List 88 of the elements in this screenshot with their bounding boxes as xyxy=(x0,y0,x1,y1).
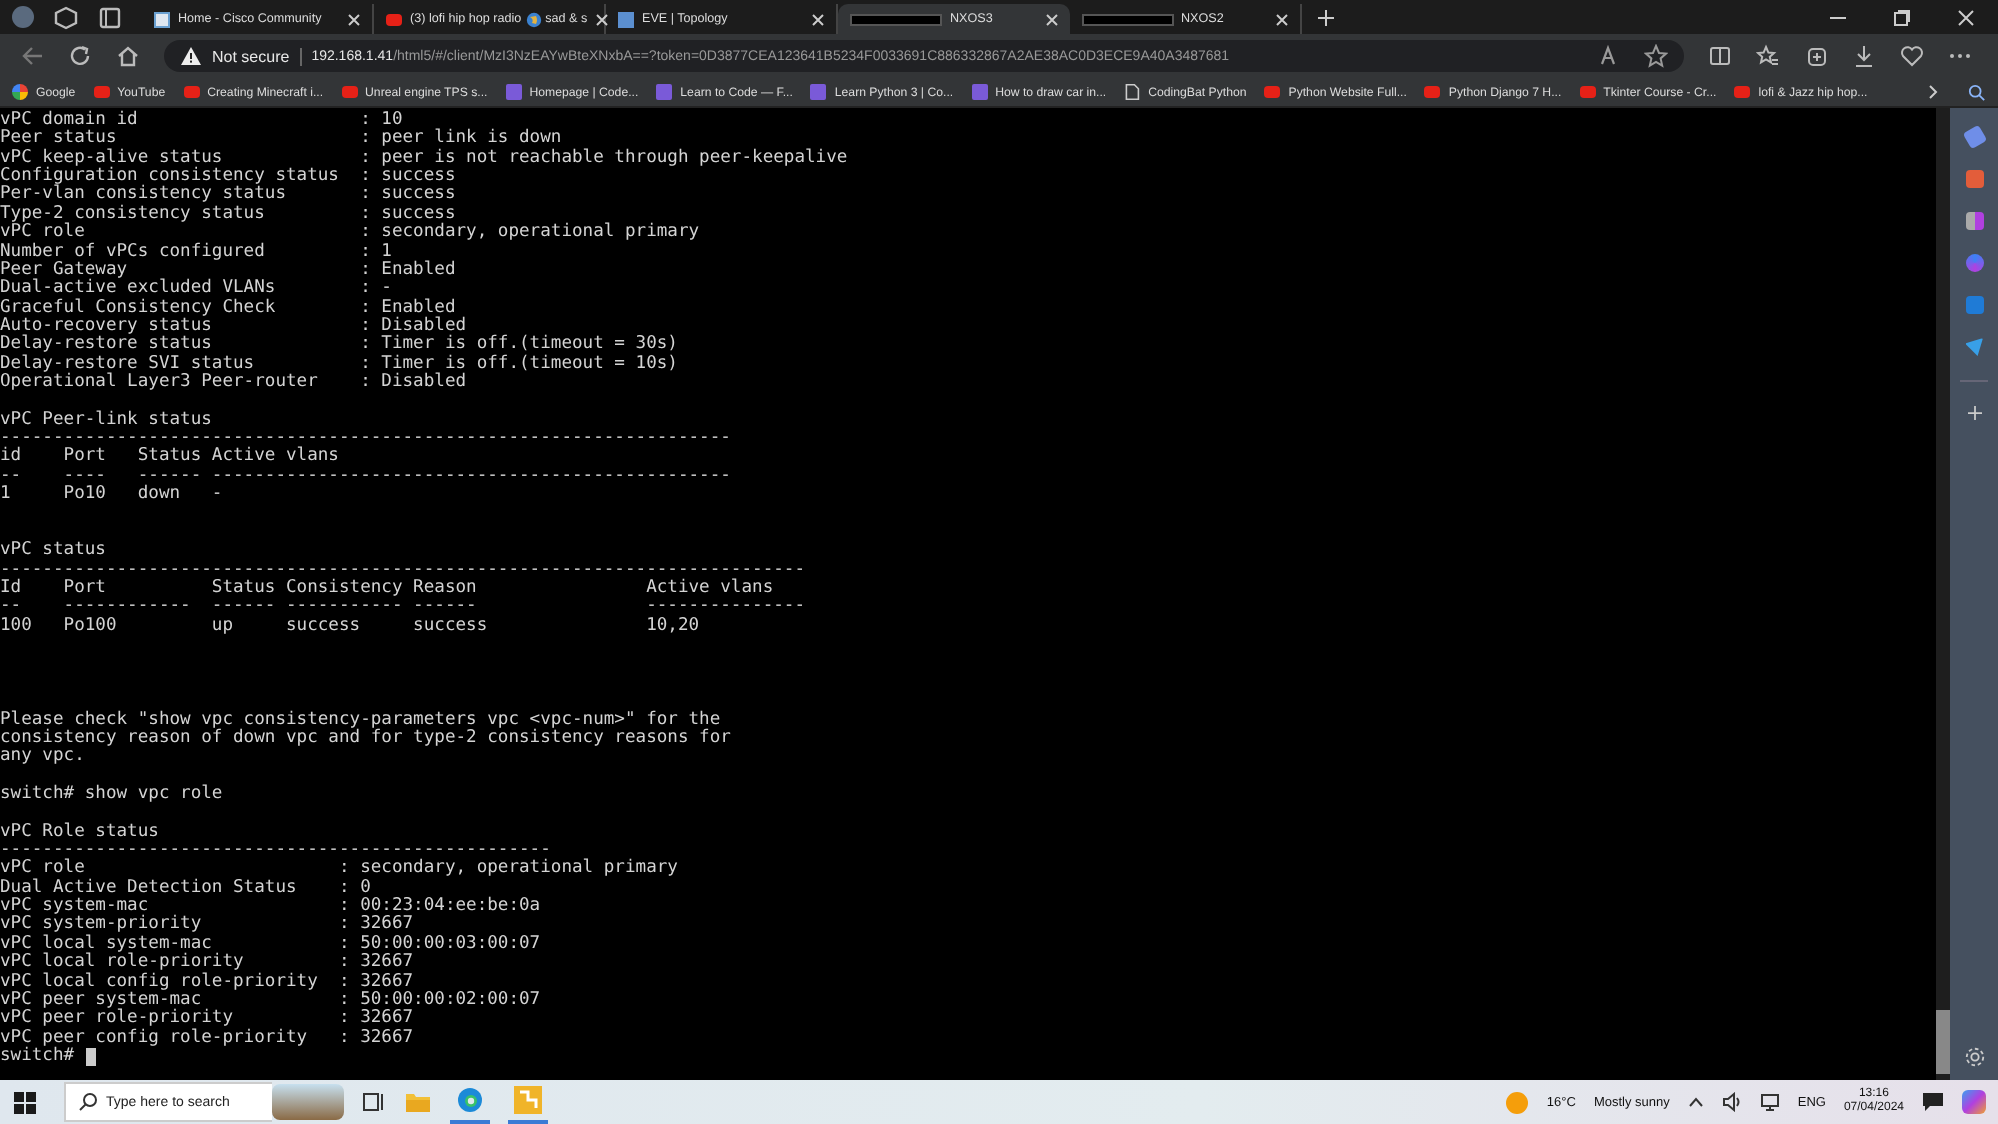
terminal-line: vPC keep-alive status : peer is not reachable through peer-keepalive xyxy=(0,149,850,168)
site-favicon-icon xyxy=(505,84,522,100)
favorites-icon[interactable] xyxy=(1756,44,1780,68)
reload-icon[interactable] xyxy=(68,44,92,68)
heart-pulse-icon[interactable] xyxy=(1900,44,1924,68)
terminal-line: Graceful Consistency Check : Enabled xyxy=(0,299,456,318)
settings-icon[interactable] xyxy=(1963,1046,1985,1068)
terminal-line: vPC peer role-priority : 32667 xyxy=(0,1010,416,1029)
terminal-line: Dual Active Detection Status : 0 xyxy=(0,879,371,898)
site-favicon-icon xyxy=(656,84,673,100)
terminal-line: vPC role : secondary, operational primary xyxy=(0,860,680,879)
terminal-line: vPC Role status xyxy=(0,823,161,843)
terminal-line: Delay-restore status : Timer is off.(timeout = 30s) xyxy=(0,336,680,355)
page-icon xyxy=(1124,84,1141,100)
terminal-line: id Port Status Active vlans xyxy=(0,448,341,468)
terminal-line: Delay-restore SVI status : Timer is off.(timeout = 10s) xyxy=(0,355,680,374)
close-tab-icon[interactable] xyxy=(812,13,824,25)
site-favicon-icon xyxy=(810,84,827,100)
terminal-line: consistency reason of down vpc and for type-2 consistency reasons for xyxy=(0,729,733,749)
terminal-line: vPC system-mac : 00:23:04:ee:be:0a xyxy=(0,898,543,917)
copilot-icon[interactable] xyxy=(1962,1090,1986,1114)
terminal-line: Operational Layer3 Peer-router : Disabled xyxy=(0,374,469,393)
terminal-line: 1 Po10 down - xyxy=(0,486,225,506)
terminal-line: Type-2 consistency status : success xyxy=(0,205,456,224)
search-icon[interactable] xyxy=(1968,83,1986,101)
close-tab-icon[interactable] xyxy=(1046,13,1058,25)
terminal-line: Configuration consistency status : success xyxy=(0,168,458,187)
terminal-line: Dual-active excluded VLANs : - xyxy=(0,280,392,299)
scrollbar[interactable] xyxy=(1936,108,1950,1080)
profile-avatar-icon[interactable] xyxy=(12,6,34,28)
terminal-line: vPC status xyxy=(0,542,108,562)
home-icon[interactable] xyxy=(116,44,140,68)
terminal-line: -- ------------ ------ ----------- ------ --------------- xyxy=(0,598,808,617)
warning-icon xyxy=(180,46,202,66)
terminal-prompt: switch# xyxy=(0,1047,75,1067)
speaker-icon[interactable] xyxy=(1721,1092,1742,1112)
browser-logo-icon[interactable] xyxy=(456,1086,484,1114)
terminal-line: -- ---- ------ ------------------------------------------------- xyxy=(0,467,733,486)
close-tab-icon[interactable] xyxy=(595,13,608,25)
split-screen-icon[interactable] xyxy=(1708,44,1732,68)
terminal-line: vPC system-priority : 32667 xyxy=(0,916,416,935)
chevron-right-icon[interactable] xyxy=(1928,84,1938,100)
terminal-line: Please check "show vpc consistency-parameters vpc <vpc-num>" for the xyxy=(0,711,721,729)
restore-icon[interactable] xyxy=(1892,7,1912,27)
terminal-line: vPC local system-mac : 50:00:00:03:00:07 xyxy=(0,935,543,954)
add-icon[interactable] xyxy=(1967,406,1981,420)
terminal-line: switch# show vpc role xyxy=(0,785,225,805)
collections-icon[interactable] xyxy=(1804,44,1828,68)
terminal-line: vPC local config role-priority : 32667 xyxy=(0,973,414,992)
terminal-line: vPC peer system-mac : 50:00:00:02:00:07 xyxy=(0,991,543,1010)
terminal-line: vPC domain id : 10 xyxy=(0,112,405,130)
globe-icon xyxy=(525,11,542,27)
workspaces-icon[interactable] xyxy=(54,5,78,29)
terminal-line: Auto-recovery status : Disabled xyxy=(0,317,469,336)
terminal-line: Peer Gateway : Enabled xyxy=(0,261,458,280)
terminal-line: vPC Peer-link status xyxy=(0,411,214,431)
terminal-line: any vpc. xyxy=(0,748,87,768)
terminal-line: vPC role : secondary, operational primary xyxy=(0,224,702,243)
terminal-line: ---------------------------------------------------- xyxy=(0,842,551,861)
terminal-line: ---------------------------------------------------------------------------- xyxy=(0,561,808,580)
terminal-line: Peer status : peer link is down xyxy=(0,130,562,149)
back-arrow-icon[interactable] xyxy=(20,44,44,68)
favorite-star-icon[interactable] xyxy=(1644,44,1668,68)
new-tab-icon[interactable] xyxy=(1318,9,1334,25)
security-label[interactable]: Not secure xyxy=(212,47,290,65)
site-favicon-icon xyxy=(618,11,634,27)
close-tab-icon[interactable] xyxy=(1276,13,1288,25)
caret-up-icon[interactable] xyxy=(1687,1096,1704,1108)
terminal-line: Per-vlan consistency status : success xyxy=(0,186,458,205)
send-icon[interactable] xyxy=(1965,338,1983,356)
terminal-line: Number of vPCs configured : 1 xyxy=(0,243,392,262)
download-icon[interactable] xyxy=(1852,44,1876,68)
text-cursor xyxy=(86,1048,97,1066)
task-view-icon[interactable] xyxy=(362,1090,386,1114)
terminal-line: vPC peer config role-priority : 32667 xyxy=(0,1029,416,1048)
network-icon[interactable] xyxy=(1759,1092,1780,1112)
close-icon[interactable] xyxy=(1956,7,1976,27)
close-tab-icon[interactable] xyxy=(348,13,360,25)
terminal-line: --------------------------------------------------------------------- xyxy=(0,430,733,449)
tab-actions-icon[interactable] xyxy=(98,5,122,29)
site-favicon-icon xyxy=(971,84,988,100)
terminal-line: vPC local role-priority : 32667 xyxy=(0,954,416,973)
start-icon[interactable] xyxy=(14,1091,36,1113)
google-logo-icon xyxy=(12,84,28,100)
terminal-line: 100 Po100 up success success 10,20 xyxy=(0,617,702,637)
site-favicon-icon xyxy=(154,11,170,27)
notification-icon[interactable] xyxy=(1922,1092,1944,1112)
terminal-line: Id Port Status Consistency Reason Active vlans xyxy=(0,579,776,599)
